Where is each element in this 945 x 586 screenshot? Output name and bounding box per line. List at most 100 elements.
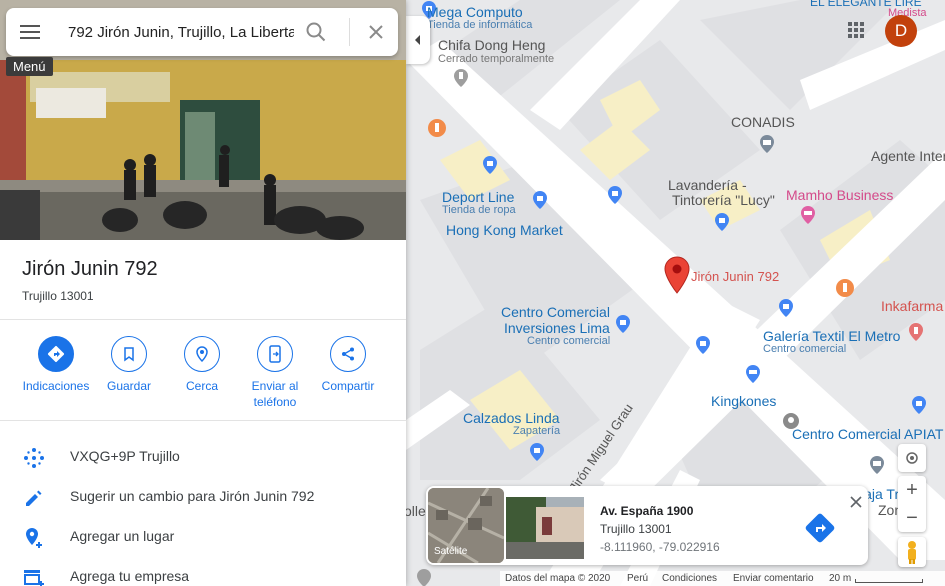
feedback-link[interactable]: Enviar comentario bbox=[733, 573, 814, 584]
poi-restaurant-icon[interactable] bbox=[414, 568, 434, 586]
poi-atm-icon[interactable] bbox=[867, 455, 887, 475]
add-place-text: Agregar un lugar bbox=[70, 528, 175, 544]
add-business-text: Agrega tu empresa bbox=[70, 568, 190, 584]
pegman-button[interactable] bbox=[898, 537, 926, 567]
poi-label[interactable]: Mamho Business bbox=[786, 187, 893, 203]
poi-government-icon[interactable] bbox=[757, 134, 777, 154]
poi-sublabel: Cerrado temporalmente bbox=[438, 53, 555, 65]
share-icon bbox=[342, 347, 354, 361]
poi-label[interactable]: CONADIS bbox=[731, 114, 795, 130]
add-business-row[interactable]: Agrega tu empresa bbox=[0, 556, 406, 586]
collapse-panel-button[interactable] bbox=[406, 16, 430, 64]
poi-pharmacy-icon[interactable] bbox=[906, 322, 926, 342]
nearby-button[interactable]: Cerca bbox=[165, 336, 239, 394]
map-footer: Datos del mapa © 2020 Perú Condiciones E… bbox=[500, 571, 945, 586]
search-divider bbox=[349, 18, 350, 46]
apps-grid-icon[interactable] bbox=[846, 20, 866, 40]
card-title: Av. España 1900 bbox=[600, 504, 694, 518]
poi-label[interactable]: Centro Comercial bbox=[501, 304, 610, 320]
plus-code-icon bbox=[24, 448, 44, 468]
poi-label[interactable]: Chifa Dong Heng bbox=[438, 37, 545, 53]
location-pin-label[interactable]: Jirón Junin 792 bbox=[691, 269, 779, 285]
poi-shopping-icon[interactable] bbox=[776, 298, 796, 318]
poi-label[interactable]: Inkafarma bbox=[881, 298, 943, 314]
share-button[interactable]: Compartir bbox=[311, 336, 385, 394]
plus-code-text: VXQG+9P Trujillo bbox=[70, 448, 180, 464]
poi-shopping-icon[interactable] bbox=[712, 212, 732, 232]
poi-sublabel: Tienda de ropa bbox=[442, 204, 516, 216]
region-link[interactable]: Perú bbox=[627, 573, 648, 584]
poi-sublabel: Centro comercial bbox=[527, 335, 611, 347]
save-button[interactable]: Guardar bbox=[92, 336, 166, 394]
share-label: Compartir bbox=[321, 379, 375, 393]
poi-cart-icon[interactable] bbox=[743, 364, 763, 384]
directions-icon[interactable] bbox=[804, 512, 836, 544]
poi-shopping-icon[interactable] bbox=[527, 442, 547, 462]
card-coordinates[interactable]: -8.111960, -79.022916 bbox=[600, 540, 720, 554]
poi-label[interactable]: Calzados Linda bbox=[463, 410, 560, 426]
zoom-out-button[interactable]: − bbox=[898, 504, 926, 532]
poi-label[interactable]: Kingkones bbox=[711, 393, 776, 409]
poi-hotel-icon[interactable] bbox=[798, 205, 818, 225]
close-icon[interactable] bbox=[364, 20, 388, 44]
account-avatar[interactable]: D bbox=[885, 15, 917, 47]
poi-label[interactable]: Deport Line bbox=[442, 189, 514, 205]
zoom-control: + − bbox=[898, 476, 926, 532]
close-icon[interactable] bbox=[848, 494, 864, 510]
street-label: olle bbox=[404, 503, 426, 519]
poi-label[interactable]: Agente Inter bbox=[871, 148, 945, 164]
caret-left-icon bbox=[415, 35, 420, 45]
menu-tooltip: Menú bbox=[6, 57, 53, 76]
place-title: Jirón Junin 792 bbox=[22, 258, 158, 280]
search-input[interactable] bbox=[68, 20, 294, 44]
directions-icon bbox=[47, 345, 65, 363]
suggest-edit-row[interactable]: Sugerir un cambio para Jirón Junin 792 bbox=[0, 476, 406, 516]
location-pin-icon[interactable] bbox=[664, 256, 690, 294]
poi-shopping-icon[interactable] bbox=[613, 314, 633, 334]
poi-label[interactable]: Tintorería "Lucy" bbox=[672, 192, 775, 208]
divider bbox=[0, 420, 406, 421]
my-location-button[interactable] bbox=[898, 444, 926, 472]
pegman-icon[interactable] bbox=[898, 537, 926, 567]
poi-label[interactable]: Inversiones Lima bbox=[504, 320, 610, 336]
poi-food-icon[interactable] bbox=[835, 278, 855, 298]
location-card: Satélite Av. España 1900 Trujillo 13001 … bbox=[426, 486, 868, 565]
terms-link[interactable]: Condiciones bbox=[662, 573, 717, 584]
pencil-icon bbox=[26, 490, 42, 506]
search-icon[interactable] bbox=[304, 20, 328, 44]
nearby-label: Cerca bbox=[185, 379, 218, 393]
poi-label[interactable]: Mega Computo bbox=[427, 4, 523, 20]
directions-label: Indicaciones bbox=[22, 379, 90, 393]
poi-label[interactable]: Hong Kong Market bbox=[446, 222, 563, 238]
poi-shopping-icon[interactable] bbox=[909, 395, 929, 415]
plus-code-row[interactable]: VXQG+9P Trujillo bbox=[0, 436, 406, 476]
poi-food-icon[interactable] bbox=[427, 118, 447, 138]
poi-shopping-icon[interactable] bbox=[480, 155, 500, 175]
scale-bar bbox=[855, 579, 923, 583]
nearby-icon bbox=[196, 346, 208, 363]
search-box bbox=[6, 8, 398, 56]
poi-label[interactable]: Lavandería - bbox=[668, 177, 747, 193]
poi-label[interactable]: Centro Comercial APIAT bbox=[792, 426, 943, 442]
add-place-row[interactable]: Agregar un lugar bbox=[0, 516, 406, 556]
poi-label[interactable]: Galería Textil El Metro bbox=[763, 328, 900, 344]
poi-sublabel: Centro comercial bbox=[763, 343, 847, 355]
poi-shopping-icon[interactable] bbox=[605, 185, 625, 205]
poi-shopping-icon[interactable] bbox=[693, 335, 713, 355]
scale-label[interactable]: 20 m bbox=[829, 573, 851, 584]
my-location-icon[interactable] bbox=[898, 444, 926, 472]
menu-button[interactable] bbox=[20, 22, 42, 42]
street-view-thumbnail[interactable] bbox=[506, 497, 584, 559]
zoom-in-button[interactable]: + bbox=[898, 476, 926, 504]
send-to-phone-button[interactable]: Enviar al teléfono bbox=[238, 336, 312, 410]
map-data-credit: Datos del mapa © 2020 bbox=[505, 573, 611, 584]
suggest-edit-text: Sugerir un cambio para Jirón Junin 792 bbox=[70, 488, 315, 504]
poi-restaurant-icon[interactable] bbox=[451, 68, 471, 88]
directions-button[interactable]: Indicaciones bbox=[19, 336, 93, 394]
satellite-label: Satélite bbox=[434, 546, 468, 557]
add-place-icon bbox=[26, 528, 42, 548]
satellite-toggle[interactable]: Satélite bbox=[428, 488, 504, 563]
store-icon bbox=[24, 570, 44, 586]
poi-shopping-icon[interactable] bbox=[530, 190, 550, 210]
phone-icon bbox=[269, 345, 281, 363]
